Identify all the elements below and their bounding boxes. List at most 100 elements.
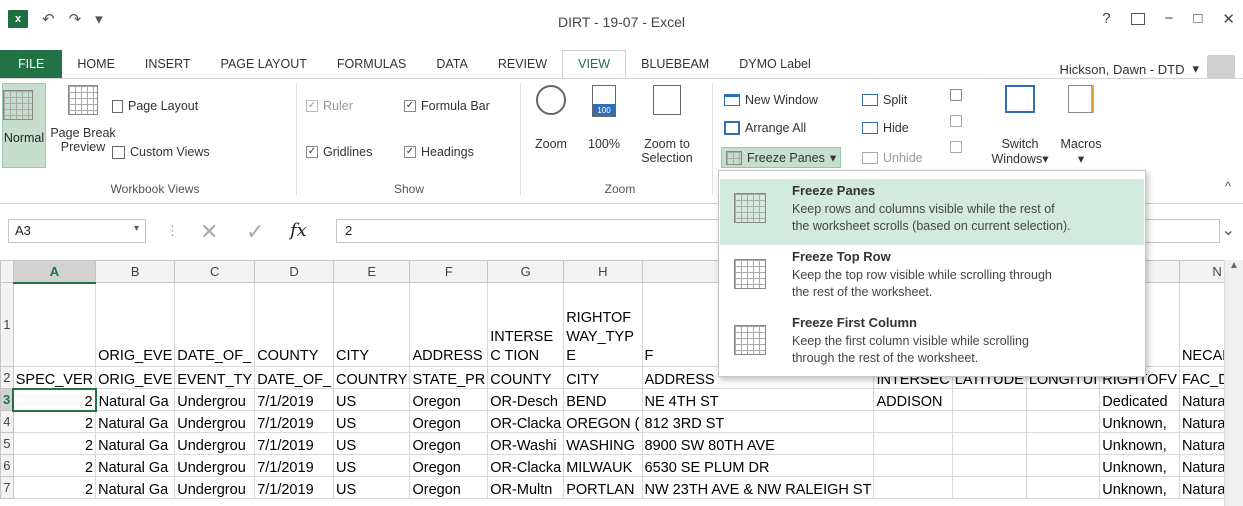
row-header[interactable]: 6 [0, 454, 14, 477]
cell[interactable] [951, 432, 1027, 455]
cell[interactable]: COUNTY [254, 282, 335, 367]
tab-insert[interactable]: INSERT [130, 50, 206, 78]
gridlines-checkbox[interactable]: ✓ Gridlines [306, 145, 372, 159]
menu-item-freeze-top-row[interactable]: Freeze Top Row Keep the top row visible … [720, 245, 1144, 311]
zoom-to-selection-button[interactable]: Zoom to Selection [636, 85, 698, 165]
cell[interactable]: OR-Clacka [487, 454, 565, 477]
cell[interactable]: ADDRESS [409, 282, 489, 367]
formula-bar-grip-icon[interactable]: ⋮ [166, 223, 179, 239]
cell[interactable]: COUNTY [487, 366, 565, 389]
macros-button[interactable]: Macros ▾ [1056, 85, 1106, 166]
cell[interactable]: Oregon [409, 476, 489, 499]
cell[interactable]: Unknown, [1099, 410, 1180, 433]
cell[interactable]: Oregon [409, 432, 489, 455]
headings-checkbox[interactable]: ✓ Headings [404, 145, 474, 159]
cell[interactable]: OR-Washi [487, 432, 565, 455]
cell[interactable]: Dedicated [1099, 388, 1180, 411]
cell[interactable] [1025, 388, 1101, 411]
cell[interactable]: 2 [12, 454, 97, 477]
tab-bluebeam[interactable]: BLUEBEAM [626, 50, 724, 78]
chevron-down-icon[interactable]: ▾ [1192, 61, 1199, 77]
cell[interactable]: 2 [12, 387, 97, 412]
row-header[interactable]: 2 [0, 366, 14, 389]
cell[interactable]: Unknown, [1099, 476, 1180, 499]
cell[interactable]: US [333, 388, 411, 411]
cell[interactable]: OR-Clacka [487, 410, 565, 433]
chevron-down-icon[interactable]: ▾ [134, 223, 139, 234]
row-header[interactable]: 7 [0, 476, 14, 499]
tab-file[interactable]: FILE [0, 50, 63, 78]
custom-views-button[interactable]: Custom Views [112, 145, 210, 159]
cell[interactable]: CITY [563, 366, 643, 389]
tab-data[interactable]: DATA [421, 50, 482, 78]
tab-dymo-label[interactable]: DYMO Label [724, 50, 826, 78]
cell[interactable]: Undergrou [174, 476, 256, 499]
arrange-all-button[interactable]: Arrange All [724, 121, 806, 135]
column-header[interactable]: A [12, 260, 97, 284]
cell[interactable] [873, 432, 953, 455]
cell[interactable]: 7/1/2019 [254, 454, 335, 477]
restore-icon[interactable]: □ [1193, 10, 1202, 28]
minimize-icon[interactable]: − [1165, 10, 1174, 28]
hide-button[interactable]: Hide [862, 121, 909, 135]
view-side-by-side-icon[interactable] [950, 89, 962, 101]
cell[interactable]: Oregon [409, 388, 489, 411]
cell[interactable]: COUNTRY [333, 366, 411, 389]
cell[interactable]: 7/1/2019 [254, 388, 335, 411]
collapse-ribbon-icon[interactable]: ^ [1225, 179, 1231, 194]
cell[interactable]: Unknown, [1099, 432, 1180, 455]
cell[interactable]: 6530 SE PLUM DR [641, 454, 875, 477]
cell[interactable]: US [333, 432, 411, 455]
cell[interactable]: BEND [563, 388, 643, 411]
row-header[interactable]: 5 [0, 432, 14, 455]
vertical-scrollbar[interactable]: ▲ [1224, 260, 1243, 506]
cell[interactable]: ADDISON [873, 388, 953, 411]
cell[interactable]: 812 3RD ST [641, 410, 875, 433]
cell[interactable]: 7/1/2019 [254, 432, 335, 455]
cell[interactable]: OR-Multn [487, 476, 565, 499]
cell[interactable]: 2 [12, 432, 97, 455]
cell[interactable]: Natural Ga [95, 388, 176, 411]
tab-home[interactable]: HOME [62, 50, 130, 78]
cell[interactable]: DATE_OF_ [174, 282, 256, 367]
cell[interactable]: ORIG_EVE [95, 366, 176, 389]
menu-item-freeze-first-column[interactable]: Freeze First Column Keep the first colum… [720, 311, 1144, 377]
row-header[interactable]: 3 [0, 388, 14, 411]
cell[interactable]: DATE_OF_ [254, 366, 335, 389]
cell[interactable]: US [333, 476, 411, 499]
cell[interactable]: Oregon [409, 454, 489, 477]
cell[interactable]: OR-Desch [487, 388, 565, 411]
expand-formula-bar-icon[interactable]: ⌄ [1222, 220, 1235, 240]
cell[interactable]: NW 23TH AVE & NW RALEIGH ST [641, 476, 875, 499]
cell[interactable] [1025, 476, 1101, 499]
cell[interactable] [1025, 410, 1101, 433]
cell[interactable]: 7/1/2019 [254, 476, 335, 499]
page-break-preview-button[interactable]: Page Break Preview [50, 83, 116, 154]
cell[interactable]: Undergrou [174, 432, 256, 455]
formula-bar-checkbox[interactable]: ✓ Formula Bar [404, 99, 490, 113]
select-all-corner[interactable] [0, 260, 14, 283]
cell[interactable] [873, 454, 953, 477]
tab-formulas[interactable]: FORMULAS [322, 50, 421, 78]
cell[interactable]: Oregon [409, 410, 489, 433]
cell[interactable]: 7/1/2019 [254, 410, 335, 433]
close-icon[interactable]: ✕ [1222, 10, 1235, 28]
tab-review[interactable]: REVIEW [483, 50, 562, 78]
help-icon[interactable]: ? [1102, 10, 1110, 28]
cell[interactable] [951, 410, 1027, 433]
cell[interactable]: US [333, 410, 411, 433]
column-header[interactable]: F [409, 260, 489, 283]
cell[interactable]: EVENT_TY [174, 366, 256, 389]
cell[interactable]: STATE_PR [409, 366, 489, 389]
cell[interactable]: CITY [333, 282, 411, 367]
name-box[interactable]: A3 ▾ [8, 219, 146, 243]
cell[interactable]: Natural Ga [95, 454, 176, 477]
cell[interactable] [951, 388, 1027, 411]
tab-view[interactable]: VIEW [562, 50, 627, 78]
normal-view-button[interactable]: Normal [2, 83, 46, 168]
cell[interactable] [12, 282, 97, 367]
column-header[interactable]: H [563, 260, 643, 283]
cell[interactable]: ORIG_EVE [95, 282, 176, 367]
cell[interactable]: 2 [12, 476, 97, 499]
cell[interactable]: Undergrou [174, 454, 256, 477]
